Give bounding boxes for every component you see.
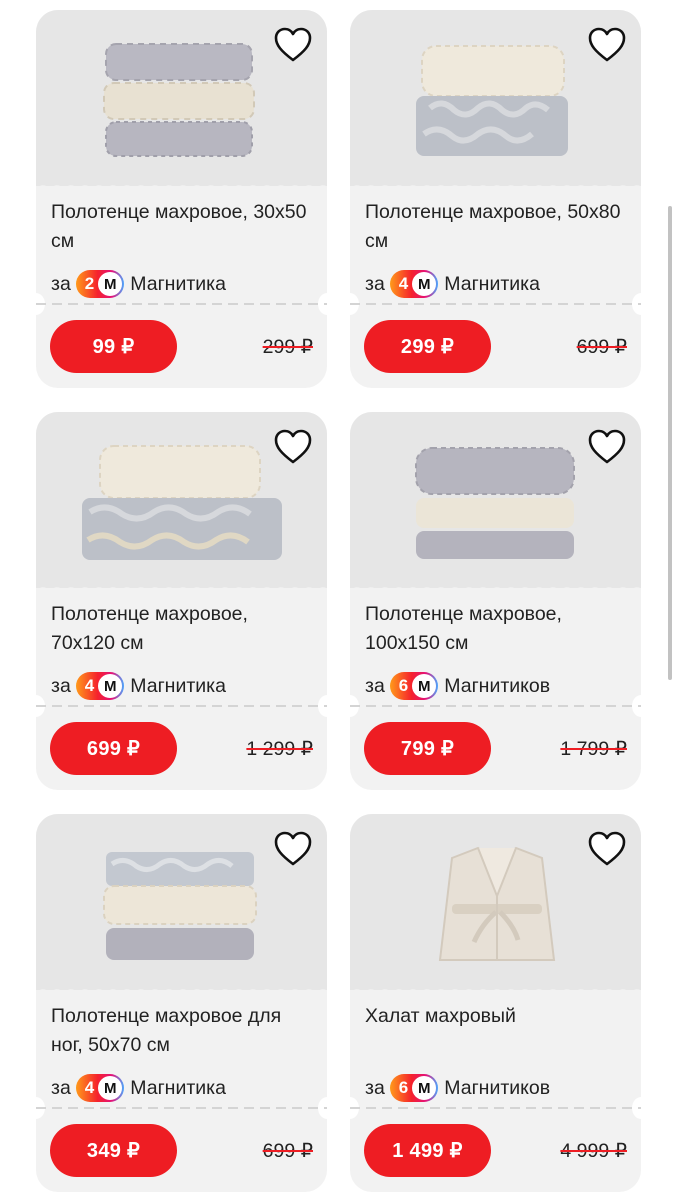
- magnitik-badge: 4 М: [75, 672, 125, 700]
- price-button[interactable]: 699 ₽: [50, 722, 177, 775]
- magnit-logo-icon: М: [98, 1076, 123, 1100]
- magnit-logo-icon: М: [412, 674, 437, 698]
- points-count: 4: [84, 676, 95, 695]
- loyalty-prefix: за: [365, 674, 385, 697]
- old-price: 1 799 ₽: [560, 738, 627, 760]
- points-count: 4: [84, 1078, 95, 1097]
- scrollbar[interactable]: [668, 206, 672, 680]
- price-button[interactable]: 1 499 ₽: [364, 1124, 491, 1177]
- magnit-logo-icon: М: [412, 272, 437, 296]
- points-unit: Магнитика: [130, 674, 226, 697]
- magnit-logo-icon: М: [98, 272, 123, 296]
- product-title[interactable]: Полотенце махровое, 70х120 см: [51, 600, 316, 658]
- old-price: 699 ₽: [262, 1140, 313, 1162]
- magnitik-badge: 6 М: [389, 1074, 439, 1102]
- price-button[interactable]: 299 ₽: [364, 320, 491, 373]
- product-grid: Полотенце махровое, 30х50 см за 2 М Магн…: [36, 10, 641, 1192]
- card-edge: [350, 178, 641, 192]
- product-title[interactable]: Полотенце махровое, 50х80 см: [365, 198, 630, 256]
- heart-icon[interactable]: [587, 830, 627, 868]
- heart-icon[interactable]: [273, 428, 313, 466]
- divider: [36, 705, 327, 707]
- product-card[interactable]: Халат махровый за 6 М Магнитиков 1 499 ₽…: [350, 814, 641, 1192]
- points-count: 6: [398, 676, 409, 695]
- heart-icon[interactable]: [273, 830, 313, 868]
- points-unit: Магнитика: [130, 1076, 226, 1099]
- points-count: 6: [398, 1078, 409, 1097]
- product-card[interactable]: Полотенце махровое для ног, 50х70 см за …: [36, 814, 327, 1192]
- old-price: 4 999 ₽: [560, 1140, 627, 1162]
- old-price: 1 299 ₽: [246, 738, 313, 760]
- product-title[interactable]: Полотенце махровое, 100х150 см: [365, 600, 630, 658]
- loyalty-points: за 4 М Магнитика: [51, 1073, 226, 1103]
- price-button[interactable]: 99 ₽: [50, 320, 177, 373]
- magnitik-badge: 4 М: [75, 1074, 125, 1102]
- loyalty-points: за 4 М Магнитика: [51, 671, 226, 701]
- loyalty-prefix: за: [51, 272, 71, 295]
- loyalty-prefix: за: [365, 272, 385, 295]
- loyalty-points: за 6 М Магнитиков: [365, 671, 550, 701]
- card-edge: [36, 580, 327, 594]
- product-title[interactable]: Халат махровый: [365, 1002, 630, 1031]
- magnitik-badge: 2 М: [75, 270, 125, 298]
- product-title[interactable]: Полотенце махровое для ног, 50х70 см: [51, 1002, 316, 1060]
- divider: [350, 705, 641, 707]
- product-card[interactable]: Полотенце махровое, 100х150 см за 6 М Ма…: [350, 412, 641, 790]
- points-unit: Магнитика: [130, 272, 226, 295]
- product-card[interactable]: Полотенце махровое, 30х50 см за 2 М Магн…: [36, 10, 327, 388]
- card-edge: [350, 982, 641, 996]
- points-unit: Магнитиков: [444, 674, 551, 697]
- heart-icon[interactable]: [273, 26, 313, 64]
- magnitik-badge: 6 М: [389, 672, 439, 700]
- divider: [350, 1107, 641, 1109]
- magnit-logo-icon: М: [98, 674, 123, 698]
- heart-icon[interactable]: [587, 428, 627, 466]
- product-card[interactable]: Полотенце махровое, 50х80 см за 4 М Магн…: [350, 10, 641, 388]
- divider: [350, 303, 641, 305]
- card-edge: [350, 580, 641, 594]
- heart-icon[interactable]: [587, 26, 627, 64]
- points-count: 2: [84, 274, 95, 293]
- divider: [36, 1107, 327, 1109]
- loyalty-prefix: за: [365, 1076, 385, 1099]
- old-price: 299 ₽: [262, 336, 313, 358]
- price-button[interactable]: 799 ₽: [364, 722, 491, 775]
- loyalty-points: за 4 М Магнитика: [365, 269, 540, 299]
- product-title[interactable]: Полотенце махровое, 30х50 см: [51, 198, 316, 256]
- loyalty-prefix: за: [51, 1076, 71, 1099]
- magnitik-badge: 4 М: [389, 270, 439, 298]
- magnit-logo-icon: М: [412, 1076, 437, 1100]
- points-unit: Магнитиков: [444, 1076, 551, 1099]
- loyalty-prefix: за: [51, 674, 71, 697]
- divider: [36, 303, 327, 305]
- card-edge: [36, 982, 327, 996]
- loyalty-points: за 2 М Магнитика: [51, 269, 226, 299]
- product-card[interactable]: Полотенце махровое, 70х120 см за 4 М Маг…: [36, 412, 327, 790]
- price-button[interactable]: 349 ₽: [50, 1124, 177, 1177]
- points-unit: Магнитика: [444, 272, 540, 295]
- old-price: 699 ₽: [576, 336, 627, 358]
- points-count: 4: [398, 274, 409, 293]
- loyalty-points: за 6 М Магнитиков: [365, 1073, 550, 1103]
- card-edge: [36, 178, 327, 192]
